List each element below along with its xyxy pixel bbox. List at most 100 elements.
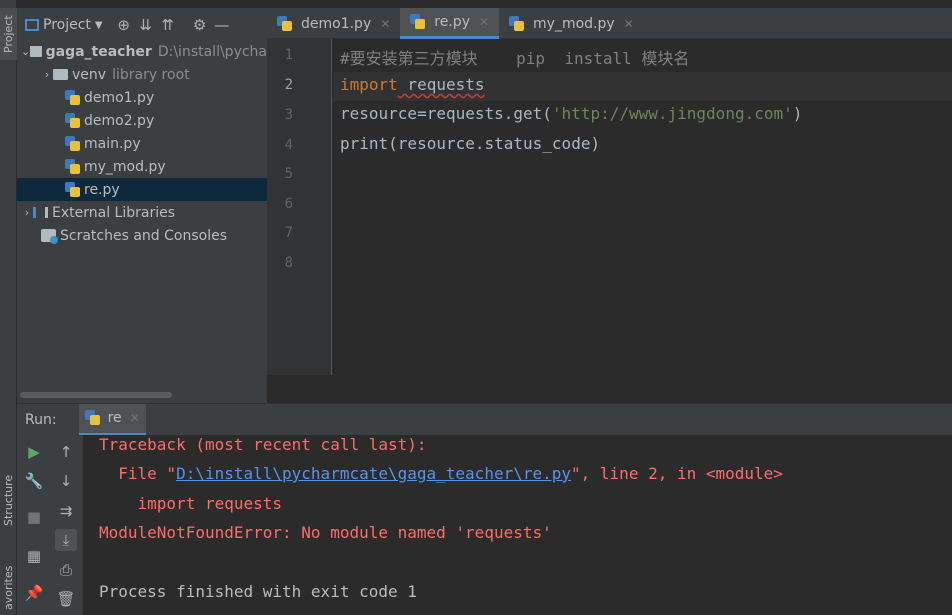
- run-label: Run:: [25, 411, 57, 428]
- tab-label: my_mod.py: [533, 15, 615, 32]
- close-icon[interactable]: ✕: [479, 15, 489, 29]
- file-label: re.py: [84, 181, 120, 198]
- run-tab-re[interactable]: re ✕: [78, 403, 146, 436]
- project-view-selector[interactable]: Project ▼: [17, 17, 103, 33]
- process-finished-line: Process finished with exit code 1: [99, 582, 417, 601]
- tab-label: re.py: [434, 14, 470, 30]
- tree-item-file[interactable]: my_mod.py: [17, 155, 267, 178]
- tree-item-venv[interactable]: › venv library root: [17, 63, 267, 86]
- horizontal-scrollbar[interactable]: [20, 392, 172, 398]
- chevron-right-icon[interactable]: ›: [41, 68, 53, 81]
- close-icon[interactable]: ✕: [380, 17, 390, 31]
- tree-item-file[interactable]: demo1.py: [17, 86, 267, 109]
- line-number: 2: [284, 77, 293, 93]
- arrow-down-icon[interactable]: ↓: [55, 470, 77, 492]
- collapse-all-icon[interactable]: ⇈: [157, 14, 179, 36]
- python-file-icon: [509, 15, 525, 32]
- tab-demo1[interactable]: demo1.py ✕: [267, 8, 400, 39]
- scroll-to-end-icon[interactable]: ⤓: [55, 529, 77, 551]
- tab-re[interactable]: re.py ✕: [400, 8, 500, 39]
- file-line: File "D:\install\pycharmcate\gaga_teache…: [99, 464, 783, 483]
- keyword-import: import: [340, 75, 398, 94]
- structure-side-tab[interactable]: Structure: [0, 470, 17, 530]
- file-label: demo1.py: [84, 89, 155, 106]
- close-icon[interactable]: ✕: [130, 411, 140, 425]
- hide-icon[interactable]: —: [211, 14, 233, 36]
- chevron-down-icon[interactable]: ⌄: [21, 45, 30, 58]
- python-file-icon: [65, 181, 81, 198]
- trash-icon[interactable]: 🗑: [55, 588, 77, 610]
- stop-icon[interactable]: ■: [23, 506, 45, 528]
- line-number: 7: [284, 225, 293, 241]
- code-segment: ): [792, 104, 803, 123]
- wrench-icon[interactable]: 🔧: [23, 470, 45, 492]
- file-label: my_mod.py: [84, 158, 166, 175]
- scratches-icon: [41, 229, 58, 244]
- project-tree: ⌄ gaga_teacher D:\install\pycha › venv l…: [17, 40, 267, 247]
- project-side-tab[interactable]: Project: [0, 8, 17, 60]
- project-toolbar: Project ▼ ⊕ ⇊ ⇈ ⚙ —: [17, 8, 267, 42]
- python-file-icon: [65, 158, 81, 175]
- file-label: demo2.py: [84, 112, 155, 129]
- gear-icon[interactable]: ⚙: [189, 14, 211, 36]
- error-line: ModuleNotFoundError: No module named 're…: [99, 523, 552, 542]
- traceback-line: Traceback (most recent call last):: [99, 435, 427, 454]
- file-label: main.py: [84, 135, 141, 152]
- tree-item-external-libraries[interactable]: › External Libraries: [17, 201, 267, 224]
- python-file-icon: [277, 15, 293, 32]
- tab-my-mod[interactable]: my_mod.py ✕: [499, 8, 644, 39]
- file-suffix: ", line 2, in <module>: [571, 464, 783, 483]
- code-line-4: print(resource.status_code): [340, 134, 601, 153]
- python-file-icon: [65, 112, 81, 129]
- code-line-2: import requests: [340, 75, 485, 94]
- run-panel-header: Run: re ✕: [17, 403, 952, 436]
- line-number: 6: [284, 196, 293, 212]
- file-path-link[interactable]: D:\install\pycharmcate\gaga_teacher\re.p…: [176, 464, 571, 483]
- tab-label: demo1.py: [301, 15, 372, 32]
- tree-root[interactable]: ⌄ gaga_teacher D:\install\pycha: [17, 40, 267, 63]
- left-tool-strip: Project Structure avorites: [0, 0, 17, 615]
- scratches-label: Scratches and Consoles: [60, 227, 227, 244]
- line-number: 5: [284, 166, 293, 182]
- pin-icon[interactable]: 📌: [23, 582, 45, 604]
- python-file-icon: [410, 14, 426, 30]
- venv-hint: library root: [112, 66, 190, 83]
- tree-item-file-selected[interactable]: re.py: [17, 178, 267, 201]
- soft-wrap-icon[interactable]: ⇉: [55, 500, 77, 522]
- print-icon[interactable]: ⎙: [55, 559, 77, 581]
- code-line-1: #要安装第三方模块 pip install 模块名: [340, 49, 690, 68]
- editor-tab-bar: demo1.py ✕ re.py ✕ my_mod.py ✕: [267, 8, 952, 39]
- favorites-side-tab[interactable]: avorites: [0, 562, 17, 614]
- run-tab-label: re: [107, 410, 122, 426]
- project-icon: [25, 19, 39, 31]
- arrow-up-icon[interactable]: ↑: [55, 441, 77, 463]
- expand-all-icon[interactable]: ⇊: [135, 14, 157, 36]
- root-folder-name: gaga_teacher: [45, 43, 152, 60]
- line-number: 3: [284, 107, 293, 123]
- import-line: import requests: [99, 494, 283, 513]
- tree-item-file[interactable]: main.py: [17, 132, 267, 155]
- code-segment: resource=requests.get(: [340, 104, 552, 123]
- external-libraries-label: External Libraries: [52, 204, 175, 221]
- folder-icon: [53, 69, 68, 80]
- code-line-3: resource=requests.get('http://www.jingdo…: [340, 104, 802, 123]
- tree-item-file[interactable]: demo2.py: [17, 109, 267, 132]
- locate-icon[interactable]: ⊕: [113, 14, 135, 36]
- play-icon[interactable]: ▶: [23, 441, 45, 463]
- venv-label: venv: [72, 66, 107, 83]
- line-number: 8: [284, 255, 293, 271]
- layout-icon[interactable]: ▦: [23, 545, 45, 567]
- root-folder-path: D:\install\pycha: [157, 43, 267, 60]
- chevron-right-icon[interactable]: ›: [21, 206, 33, 219]
- close-icon[interactable]: ✕: [624, 17, 634, 31]
- run-toolbar: ▶ ↑ 🔧 ↓ ■ ⇉ ⤓ ▦ ⎙ 📌 🗑: [17, 435, 83, 615]
- folder-icon: [30, 46, 42, 57]
- project-title: Project: [43, 17, 91, 33]
- line-number: 4: [284, 137, 293, 153]
- python-file-icon: [65, 135, 81, 152]
- file-prefix: File ": [99, 464, 177, 483]
- module-name: requests: [397, 75, 485, 94]
- tree-item-scratches[interactable]: Scratches and Consoles: [17, 224, 267, 247]
- python-file-icon: [84, 410, 101, 426]
- library-icon: [33, 207, 48, 218]
